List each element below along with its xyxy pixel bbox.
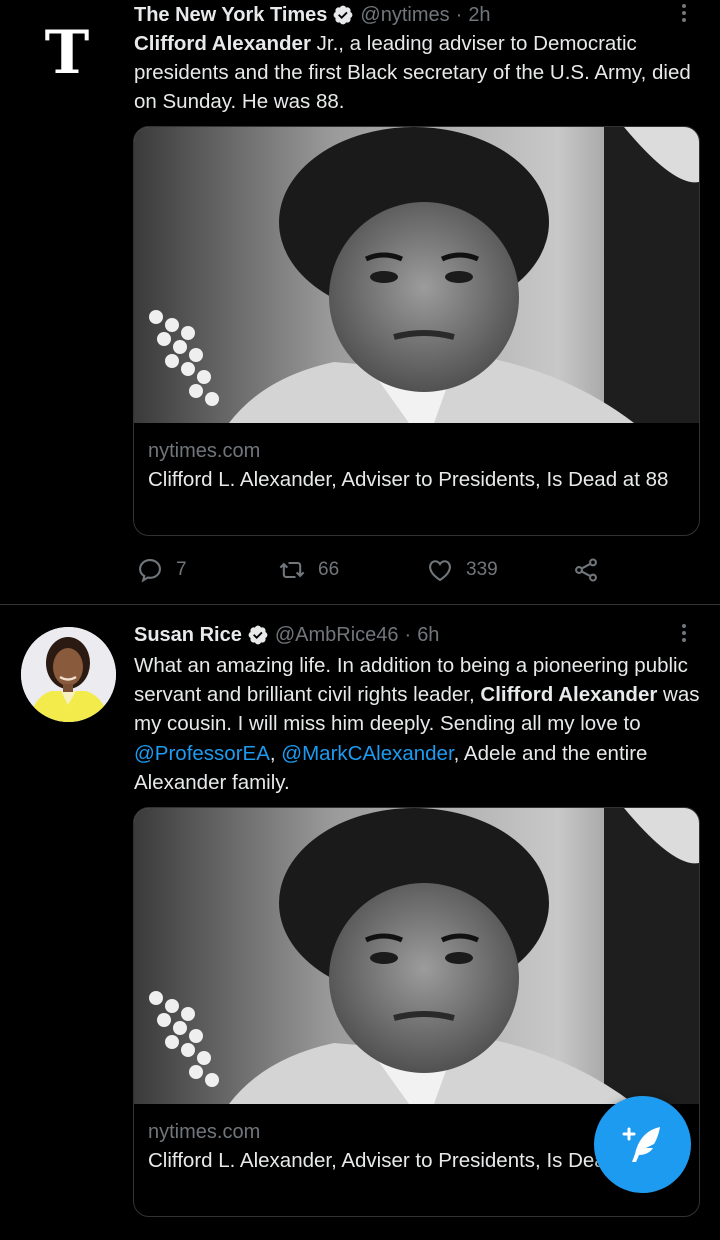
tweet-timestamp[interactable]: 6h <box>417 624 439 647</box>
more-options-icon[interactable] <box>679 2 689 24</box>
heart-icon <box>429 560 451 582</box>
mention-link[interactable]: @ProfessorEA <box>134 742 270 765</box>
reply-button[interactable]: 7 <box>136 556 187 584</box>
article-photo <box>134 808 699 1104</box>
compose-tweet-button[interactable] <box>594 1096 691 1193</box>
bold-name: Clifford Alexander <box>134 32 311 55</box>
author-name[interactable]: Susan Rice <box>134 624 242 647</box>
tweet-actions: 7 66 339 <box>136 556 606 586</box>
reply-count: 7 <box>176 559 187 580</box>
mention-link[interactable]: @MarkCAlexander <box>281 742 453 765</box>
verified-badge-icon <box>334 5 353 25</box>
tweet-header: Susan Rice @AmbRice46 · 6h <box>134 620 439 650</box>
tweet-timestamp[interactable]: 2h <box>468 4 490 27</box>
retweet-button[interactable]: 66 <box>278 556 339 584</box>
like-button[interactable]: 339 <box>426 556 498 584</box>
separator-dot: · <box>455 3 463 26</box>
portrait-image <box>134 808 699 1104</box>
author-name[interactable]: The New York Times <box>134 4 327 27</box>
author-handle[interactable]: @nytimes <box>360 4 449 27</box>
tweet-text: What an amazing life. In addition to bei… <box>134 651 704 797</box>
mention-separator: , <box>269 741 282 765</box>
author-handle[interactable]: @AmbRice46 <box>275 624 399 647</box>
separator-dot: · <box>404 623 412 646</box>
susan-rice-avatar[interactable] <box>21 627 116 722</box>
verified-badge-icon <box>248 625 268 645</box>
card-title: Clifford L. Alexander, Adviser to Presid… <box>148 468 669 491</box>
share-button[interactable] <box>572 556 600 584</box>
bold-name: Clifford Alexander <box>480 683 658 707</box>
avatar-photo <box>21 627 116 722</box>
tweet-divider <box>0 604 720 605</box>
card-domain: nytimes.com <box>148 1121 261 1143</box>
portrait-image <box>134 127 699 423</box>
nyt-avatar[interactable]: T <box>42 22 92 84</box>
tweet-text: Clifford Alexander Jr., a leading advise… <box>134 29 704 117</box>
link-card[interactable]: nytimes.com Clifford L. Alexander, Advis… <box>133 126 700 536</box>
tweet-header: The New York Times @nytimes · 2h <box>134 0 491 30</box>
retweet-icon <box>279 561 305 579</box>
more-options-icon[interactable] <box>679 622 689 644</box>
reply-icon <box>139 559 161 583</box>
article-photo <box>134 127 699 423</box>
compose-tweet-icon <box>622 1127 660 1162</box>
card-domain: nytimes.com <box>148 440 261 462</box>
like-count: 339 <box>466 559 498 580</box>
share-icon <box>575 558 597 582</box>
retweet-count: 66 <box>318 559 340 580</box>
